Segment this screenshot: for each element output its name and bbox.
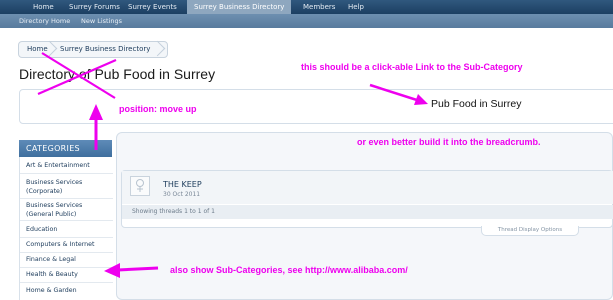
divider — [20, 237, 113, 238]
category-art-entertainment[interactable]: Art & Entertainment — [26, 161, 90, 170]
category-computers-internet[interactable]: Computers & Internet — [26, 240, 95, 249]
annotation-breadcrumb-note: or even better build it into the breadcr… — [357, 137, 541, 147]
breadcrumb-separator — [149, 40, 166, 57]
category-health-beauty[interactable]: Health & Beauty — [26, 270, 78, 279]
divider — [20, 282, 113, 283]
thread-count: Showing threads 1 to 1 of 1 — [132, 208, 215, 215]
thread-title[interactable]: THE KEEP — [163, 180, 202, 189]
divider — [20, 198, 113, 199]
category-description: Pub Food in Surrey — [431, 98, 522, 110]
tab-help[interactable]: Help — [348, 0, 364, 14]
divider — [20, 220, 113, 221]
tab-members[interactable]: Members — [303, 0, 335, 14]
categories-list: Art & Entertainment Business Services (C… — [19, 157, 113, 300]
category-finance-legal[interactable]: Finance & Legal — [26, 255, 76, 264]
breadcrumb-surrey-business-directory[interactable]: Surrey Business Directory — [60, 42, 150, 57]
breadcrumb: Home Surrey Business Directory — [18, 40, 168, 58]
tab-surrey-forums[interactable]: Surrey Forums — [69, 0, 120, 14]
annotation-position-note: position: move up — [119, 104, 197, 114]
thread-date: 30 Oct 2011 — [163, 191, 201, 198]
tab-surrey-business-directory[interactable]: Surrey Business Directory — [187, 0, 292, 14]
category-description-box — [19, 89, 613, 124]
avatar[interactable] — [130, 176, 150, 196]
divider — [20, 173, 113, 174]
category-business-services-corporate[interactable]: Business Services (Corporate) — [26, 178, 106, 196]
category-business-services-general-public[interactable]: Business Services (General Public) — [26, 201, 106, 219]
tab-home[interactable]: Home — [33, 0, 54, 14]
divider — [20, 252, 113, 253]
subnav-new-listings[interactable]: New Listings — [81, 14, 122, 28]
category-education[interactable]: Education — [26, 225, 57, 234]
page-title: Directory of Pub Food in Surrey — [19, 66, 216, 82]
category-home-garden[interactable]: Home & Garden — [26, 286, 77, 295]
thread-display-options-button[interactable]: Thread Display Options — [481, 226, 579, 236]
annotation-subcategory-note: also show Sub-Categories, see http://www… — [170, 265, 408, 275]
sub-navigation: Directory Home New Listings — [0, 14, 613, 28]
divider — [20, 267, 113, 268]
annotation-link-note: this should be a click-able Link to the … — [301, 62, 523, 72]
categories-header: CATEGORIES — [19, 140, 112, 157]
tab-surrey-events[interactable]: Surrey Events — [128, 0, 177, 14]
subnav-directory-home[interactable]: Directory Home — [19, 14, 70, 28]
top-navigation: Home Surrey Forums Surrey Events Surrey … — [0, 0, 613, 14]
